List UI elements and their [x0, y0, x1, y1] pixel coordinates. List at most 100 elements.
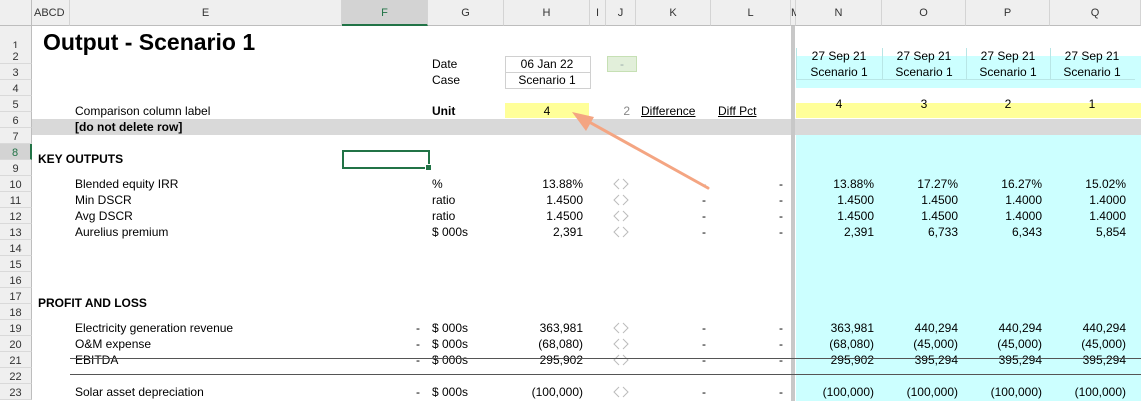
comparison-value-1: (68,080) — [829, 337, 874, 351]
column-header-abcd[interactable]: ABCD — [32, 0, 70, 26]
group-toggle-icon[interactable] — [612, 386, 630, 398]
comparison-value-3: 1.4000 — [1005, 193, 1042, 207]
row-value: (100,000) — [531, 385, 583, 399]
row-unit: ratio — [432, 209, 456, 223]
select-all-corner[interactable] — [0, 0, 32, 26]
row-header-3[interactable]: 3 — [0, 64, 32, 80]
row-unit: $ 000s — [432, 353, 469, 367]
column-header-h[interactable]: H — [504, 0, 590, 26]
column-header-f[interactable]: F — [342, 0, 428, 26]
row-header-12[interactable]: 12 — [0, 208, 32, 224]
diff-pct-value: - — [779, 193, 783, 207]
column-header-q[interactable]: Q — [1050, 0, 1141, 26]
comparison-header-cell-border — [966, 48, 1051, 80]
comparison-header-cell-border — [796, 48, 883, 80]
group-toggle-icon[interactable] — [612, 194, 630, 206]
column-header-p[interactable]: P — [966, 0, 1050, 26]
date-label: Date — [432, 57, 458, 71]
comparison-value-2: 6,733 — [927, 225, 958, 239]
row-unit: $ 000s — [432, 225, 469, 239]
column-header-k[interactable]: K — [636, 0, 711, 26]
row-label: Blended equity IRR — [75, 177, 179, 191]
row-header-16[interactable]: 16 — [0, 272, 32, 288]
comparison-value-3: 16.27% — [1001, 177, 1042, 191]
group-toggle-icon[interactable] — [612, 210, 630, 222]
case-value[interactable]: Scenario 1 — [505, 72, 589, 88]
diff-pct-value: - — [779, 353, 783, 367]
row-header-2[interactable]: 2 — [0, 48, 32, 64]
comparison-value-3: (100,000) — [990, 385, 1042, 399]
comparison-value-1: 13.88% — [833, 177, 874, 191]
comparison-value-4: 440,294 — [1082, 321, 1126, 335]
difference-value: - — [702, 225, 706, 239]
date-value[interactable]: 06 Jan 22 — [505, 56, 589, 72]
group-toggle-icon[interactable] — [612, 338, 630, 350]
row-label: Aurelius premium — [75, 225, 169, 239]
row-header-5[interactable]: 5 — [0, 96, 32, 112]
diff-pct-value: - — [779, 385, 783, 399]
comparison-value-3: (45,000) — [997, 337, 1042, 351]
comparison-value-2: 1.4500 — [921, 209, 958, 223]
row-header-19[interactable]: 19 — [0, 320, 32, 336]
comparison-value-3: 1.4000 — [1005, 209, 1042, 223]
column-header-j[interactable]: J — [606, 0, 636, 26]
f-value: - — [416, 337, 420, 351]
row-label: O&M expense — [75, 337, 152, 351]
difference-value: - — [702, 209, 706, 223]
selected-cell-f8[interactable] — [342, 150, 430, 169]
row-header-4[interactable]: 4 — [0, 80, 32, 96]
row-header-10[interactable]: 10 — [0, 176, 32, 192]
row-value: 1.4500 — [546, 209, 583, 223]
profit-and-loss-heading: PROFIT AND LOSS — [38, 296, 147, 310]
row-value: 363,981 — [539, 321, 583, 335]
column-header-l[interactable]: L — [711, 0, 791, 26]
comparison-value-3: 6,343 — [1011, 225, 1042, 239]
row-header-22[interactable]: 22 — [0, 368, 32, 384]
row-header-13[interactable]: 13 — [0, 224, 32, 240]
spreadsheet: ABCDEFGHIJKLMNOPQ 1234567891011121314151… — [0, 0, 1141, 401]
row-header-11[interactable]: 11 — [0, 192, 32, 208]
row-header-17[interactable]: 17 — [0, 288, 32, 304]
comparison-value-4: 395,294 — [1082, 353, 1126, 367]
row-header-6[interactable]: 6 — [0, 112, 32, 128]
row-header-20[interactable]: 20 — [0, 336, 32, 352]
group-toggle-icon[interactable] — [612, 354, 630, 366]
difference-value: - — [702, 321, 706, 335]
row-header-7[interactable]: 7 — [0, 128, 32, 144]
column-header-g[interactable]: G — [428, 0, 504, 26]
difference-value: - — [702, 337, 706, 351]
column-header-i[interactable]: I — [590, 0, 606, 26]
column-header-e[interactable]: E — [70, 0, 342, 26]
comparison-value-4: 15.02% — [1085, 177, 1126, 191]
diff-pct-value: - — [779, 321, 783, 335]
row-header-23[interactable]: 23 — [0, 384, 32, 400]
comparison-value-2: (45,000) — [913, 337, 958, 351]
row-header-21[interactable]: 21 — [0, 352, 32, 368]
comparison-header-cell-border — [1050, 48, 1135, 80]
row-header-18[interactable]: 18 — [0, 304, 32, 320]
row-header-8[interactable]: 8 — [0, 144, 32, 160]
group-toggle-icon[interactable] — [612, 226, 630, 238]
row-value: 295,902 — [539, 353, 583, 367]
diff-pct-value: - — [779, 177, 783, 191]
difference-value: - — [702, 385, 706, 399]
row-header-9[interactable]: 9 — [0, 160, 32, 176]
diff-pct-value: - — [779, 209, 783, 223]
unit-label: Unit — [432, 104, 456, 118]
row-header-14[interactable]: 14 — [0, 240, 32, 256]
case-label: Case — [432, 73, 461, 87]
comparison-value-2: 395,294 — [914, 353, 958, 367]
fill-handle[interactable] — [425, 164, 432, 171]
comparison-value-3: 440,294 — [998, 321, 1042, 335]
comparison-value-4: (45,000) — [1081, 337, 1126, 351]
column-header-n[interactable]: N — [796, 0, 882, 26]
row-header-15[interactable]: 15 — [0, 256, 32, 272]
comparison-unit-3: 2 — [1004, 97, 1012, 111]
comparison-value-2: 440,294 — [914, 321, 958, 335]
row-value: 2,391 — [552, 225, 583, 239]
group-toggle-icon[interactable] — [612, 322, 630, 334]
column-header-o[interactable]: O — [882, 0, 966, 26]
page-title: Output - Scenario 1 — [43, 29, 256, 55]
row-unit: % — [432, 177, 443, 191]
comparison-value-4: (100,000) — [1074, 385, 1126, 399]
